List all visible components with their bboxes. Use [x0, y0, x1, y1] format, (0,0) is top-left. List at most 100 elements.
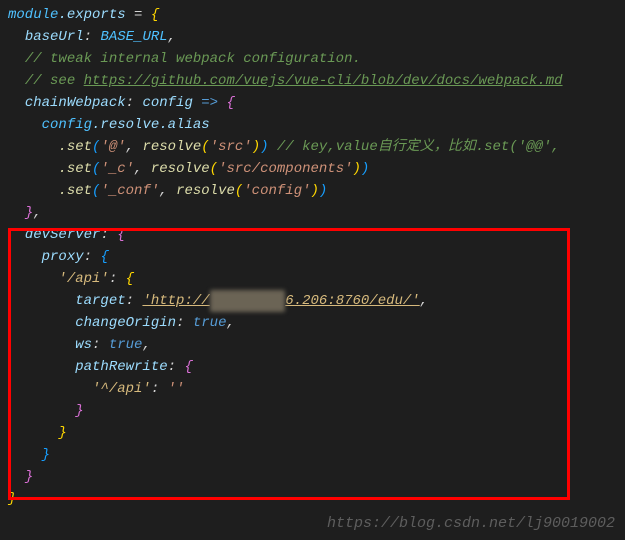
comment: // key,value自行定义，比如.set('@@', — [269, 139, 560, 155]
token-target: target — [75, 293, 125, 309]
token-resolve: resolve — [176, 183, 235, 199]
token-api-key: '/api' — [58, 271, 108, 287]
token-resolve: resolve — [151, 161, 210, 177]
token-true: true — [109, 337, 143, 353]
code-line: '^/api': '' — [0, 378, 625, 400]
code-line: }, — [0, 202, 625, 224]
token-rewrite-key: '^/api' — [92, 381, 151, 397]
code-line: module.exports = { — [0, 4, 625, 26]
code-line: } — [0, 488, 625, 510]
code-line: // see https://github.com/vuejs/vue-cli/… — [0, 70, 625, 92]
bracket-close: ) — [361, 161, 369, 177]
token-string: '_c' — [100, 161, 134, 177]
token-config-param: config — [142, 95, 192, 111]
token-sep: , — [134, 161, 151, 177]
bracket-close: } — [25, 469, 33, 485]
code-line: chainWebpack: config => { — [0, 92, 625, 114]
bracket-close: } — [75, 403, 83, 419]
token-comma: , — [420, 293, 428, 309]
bracket-open: { — [100, 249, 108, 265]
token-resolve-alias: .resolve.alias — [92, 117, 210, 133]
bracket-close: ) — [311, 183, 319, 199]
bracket-open: { — [226, 95, 234, 111]
code-line: } — [0, 400, 625, 422]
token-module: module — [8, 7, 58, 23]
code-line: config.resolve.alias — [0, 114, 625, 136]
comment-link: https://github.com/vuejs/vue-cli/blob/de… — [84, 73, 563, 89]
token-arrow: => — [193, 95, 227, 111]
code-line: changeOrigin: true, — [0, 312, 625, 334]
code-line: target: 'http://xxxxxxxxx6.206:8760/edu/… — [0, 290, 625, 312]
bracket-close: } — [25, 205, 33, 221]
token-colon: : — [168, 359, 185, 375]
code-line: } — [0, 422, 625, 444]
bracket-close: ) — [319, 183, 327, 199]
bracket-close: } — [8, 491, 16, 507]
token-exports: .exports — [58, 7, 125, 23]
token-ws: ws — [75, 337, 92, 353]
bracket-open: { — [126, 271, 134, 287]
token-string: '@' — [100, 139, 125, 155]
token-sep: , — [126, 139, 143, 155]
code-line: ws: true, — [0, 334, 625, 356]
code-line: .set('_c', resolve('src/components')) — [0, 158, 625, 180]
token-colon: : — [84, 29, 101, 45]
token-colon: : — [126, 95, 143, 111]
token-config: config — [42, 117, 92, 133]
token-colon: : — [100, 227, 117, 243]
token-string: 'src' — [210, 139, 252, 155]
token-proxy: proxy — [42, 249, 84, 265]
token-url-pre: 'http:// — [142, 293, 209, 309]
code-line: devServer: { — [0, 224, 625, 246]
bracket-close: ) — [353, 161, 361, 177]
token-comma: , — [168, 29, 176, 45]
bracket-open: { — [117, 227, 125, 243]
code-line: '/api': { — [0, 268, 625, 290]
token-comma: , — [226, 315, 234, 331]
code-line: } — [0, 444, 625, 466]
token-devserver: devServer — [25, 227, 101, 243]
code-line: pathRewrite: { — [0, 356, 625, 378]
bracket-close: ) — [260, 139, 268, 155]
code-line: proxy: { — [0, 246, 625, 268]
token-colon: : — [126, 293, 143, 309]
code-line: } — [0, 466, 625, 488]
token-set: .set — [58, 139, 92, 155]
token-baseurl-val: BASE_URL — [100, 29, 167, 45]
code-line: // tweak internal webpack configuration. — [0, 48, 625, 70]
token-true: true — [193, 315, 227, 331]
bracket-close: } — [42, 447, 50, 463]
comment-pre: // see — [25, 73, 84, 89]
code-editor: module.exports = { baseUrl: BASE_URL, //… — [0, 0, 625, 514]
token-comma: , — [33, 205, 41, 221]
token-set: .set — [58, 183, 92, 199]
bracket-open: { — [184, 359, 192, 375]
token-resolve: resolve — [142, 139, 201, 155]
token-changeorigin: changeOrigin — [75, 315, 176, 331]
token-set: .set — [58, 161, 92, 177]
token-string: 'config' — [243, 183, 310, 199]
token-empty-string: '' — [168, 381, 185, 397]
code-line: .set('@', resolve('src')) // key,value自行… — [0, 136, 625, 158]
token-colon: : — [151, 381, 168, 397]
code-line: baseUrl: BASE_URL, — [0, 26, 625, 48]
watermark: https://blog.csdn.net/lj90019002 — [327, 515, 615, 532]
comment: // tweak internal webpack configuration. — [25, 51, 361, 67]
token-colon: : — [84, 249, 101, 265]
bracket-open: ( — [210, 161, 218, 177]
bracket-open: { — [151, 7, 159, 23]
bracket-close: } — [58, 425, 66, 441]
token-colon: : — [92, 337, 109, 353]
token-colon: : — [176, 315, 193, 331]
token-comma: , — [142, 337, 150, 353]
token-pathrewrite: pathRewrite — [75, 359, 167, 375]
token-sep: , — [159, 183, 176, 199]
bracket-close: ) — [252, 139, 260, 155]
token-chainwebpack: chainWebpack — [25, 95, 126, 111]
code-line: .set('_conf', resolve('config')) — [0, 180, 625, 202]
redacted-ip: xxxxxxxxx — [210, 290, 286, 312]
token-eq: = — [126, 7, 151, 23]
token-string: 'src/components' — [218, 161, 352, 177]
token-colon: : — [109, 271, 126, 287]
bracket-open: ( — [201, 139, 209, 155]
